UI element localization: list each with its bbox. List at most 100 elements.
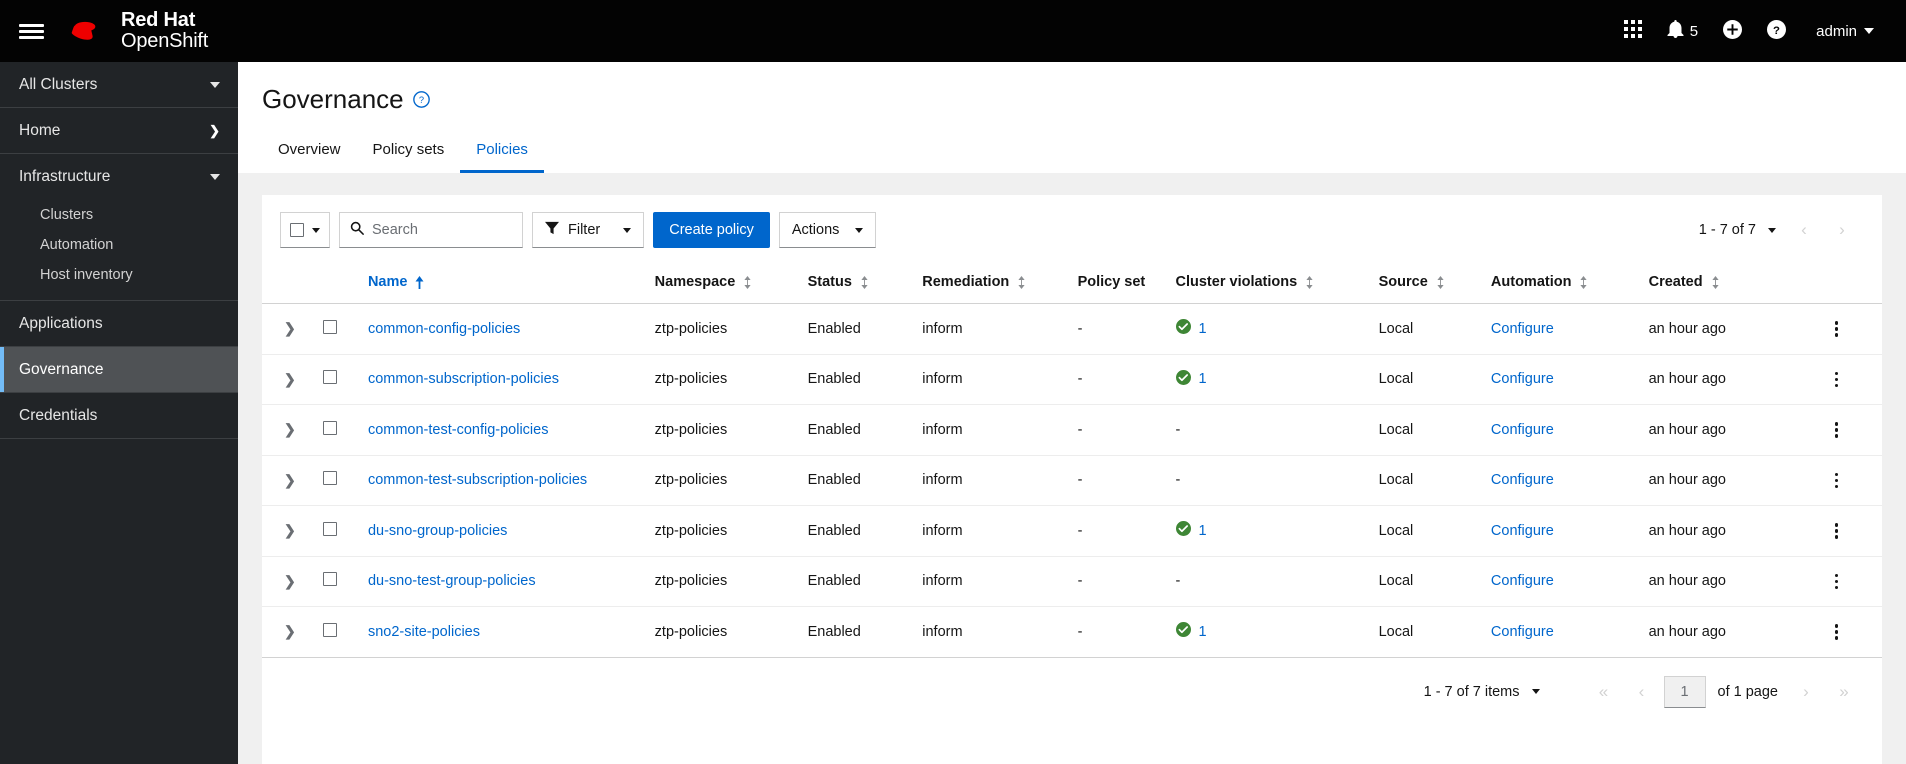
row-status-cell: Enabled (799, 606, 915, 658)
per-page-dropdown-top[interactable] (1762, 224, 1782, 237)
th-namespace[interactable]: Namespace (646, 265, 800, 304)
create-policy-button[interactable]: Create policy (653, 212, 770, 248)
pagination-last-button[interactable]: » (1828, 676, 1860, 708)
row-kebab-menu-icon[interactable] (1825, 620, 1847, 644)
sidebar-item-governance[interactable]: Governance (0, 347, 238, 393)
top-pagination-prev-button[interactable]: ‹ (1788, 214, 1820, 246)
chevron-right-icon[interactable]: ❯ (284, 320, 296, 337)
policy-name-link[interactable]: du-sno-test-group-policies (368, 573, 536, 589)
th-created[interactable]: Created (1640, 265, 1818, 304)
row-checkbox[interactable] (322, 622, 337, 637)
configure-automation-link[interactable]: Configure (1491, 624, 1554, 640)
sidebar-item-automation[interactable]: Automation (0, 230, 238, 260)
chevron-right-icon[interactable]: ❯ (284, 522, 296, 539)
row-created-cell: an hour ago (1640, 303, 1818, 355)
table-row: ❯ sno2-site-policies ztp-policies Enabled in… (262, 606, 1882, 658)
sidebar-item-host-inventory[interactable]: Host inventory (0, 260, 238, 290)
sidebar-item-clusters[interactable]: Clusters (0, 200, 238, 230)
row-kebab-menu-icon[interactable] (1825, 317, 1847, 341)
row-remediation-cell: inform (914, 606, 1070, 658)
violation-count: - (1175, 472, 1181, 489)
row-kebab-menu-icon[interactable] (1825, 570, 1847, 594)
violation-count-link[interactable]: 1 (1199, 523, 1207, 539)
th-cluster-violations[interactable]: Cluster violations (1167, 265, 1371, 304)
policy-name-link[interactable]: sno2-site-policies (368, 624, 480, 640)
th-automation[interactable]: Automation (1482, 265, 1641, 304)
row-select-cell (314, 354, 360, 405)
table-header-row: Name Namespace Status Remediation Policy… (262, 265, 1882, 304)
th-source[interactable]: Source (1370, 265, 1483, 304)
chevron-right-icon[interactable]: ❯ (284, 472, 296, 489)
chevron-right-icon[interactable]: ❯ (284, 371, 296, 388)
row-status-cell: Enabled (799, 303, 915, 355)
configure-automation-link[interactable]: Configure (1491, 472, 1554, 488)
help-button[interactable]: ? (1754, 0, 1798, 62)
notifications-button[interactable]: 5 (1655, 0, 1710, 62)
user-menu-button[interactable]: admin (1798, 0, 1884, 62)
search-box[interactable] (339, 212, 523, 248)
th-status[interactable]: Status (799, 265, 915, 304)
search-input[interactable] (372, 222, 512, 238)
row-kebab-menu-icon[interactable] (1825, 418, 1847, 442)
configure-automation-link[interactable]: Configure (1491, 523, 1554, 539)
configure-automation-link[interactable]: Configure (1491, 422, 1554, 438)
chevron-right-icon[interactable]: ❯ (284, 573, 296, 590)
policy-name-link[interactable]: common-subscription-policies (368, 371, 559, 387)
policy-name-link[interactable]: common-test-config-policies (368, 422, 549, 438)
filter-dropdown[interactable]: Filter (532, 212, 645, 248)
chevron-right-icon[interactable]: ❯ (284, 421, 296, 438)
violation-count-link[interactable]: 1 (1199, 371, 1207, 387)
question-circle-icon[interactable]: ? (412, 91, 430, 108)
top-pagination-next-button[interactable]: › (1826, 214, 1858, 246)
configure-automation-link[interactable]: Configure (1491, 371, 1554, 387)
tab-policies[interactable]: Policies (460, 131, 544, 173)
policy-name-link[interactable]: du-sno-group-policies (368, 523, 507, 539)
pagination-first-button[interactable]: « (1588, 676, 1620, 708)
row-kebab-menu-icon[interactable] (1825, 469, 1847, 493)
row-checkbox[interactable] (322, 420, 337, 435)
brand-line1: Red Hat (121, 9, 196, 31)
hamburger-icon[interactable] (0, 21, 62, 42)
sidebar-item-home[interactable]: Home ❯ (0, 108, 238, 154)
th-name[interactable]: Name (359, 265, 647, 304)
row-automation-cell: Configure (1482, 303, 1641, 355)
row-policy-set-cell: - (1069, 505, 1168, 557)
sidebar-item-infrastructure[interactable]: Infrastructure (0, 154, 238, 200)
tab-policy-sets[interactable]: Policy sets (357, 131, 461, 173)
th-remediation[interactable]: Remediation (914, 265, 1070, 304)
row-checkbox[interactable] (322, 521, 337, 536)
policy-name-link[interactable]: common-config-policies (368, 321, 520, 337)
th-policy-set: Policy set (1069, 265, 1168, 304)
actions-dropdown[interactable]: Actions (778, 212, 877, 248)
sort-icon (1579, 275, 1588, 289)
cluster-selector[interactable]: All Clusters (0, 62, 238, 108)
tab-overview[interactable]: Overview (262, 131, 357, 173)
policy-name-link[interactable]: common-test-subscription-policies (368, 472, 587, 488)
configure-automation-link[interactable]: Configure (1491, 321, 1554, 337)
page-title-row: Governance ? (262, 84, 1882, 115)
bulk-select-dropdown[interactable] (280, 212, 330, 248)
row-automation-cell: Configure (1482, 455, 1641, 506)
row-kebab-menu-icon[interactable] (1825, 519, 1847, 543)
page-number-input[interactable] (1663, 675, 1706, 708)
per-page-dropdown-bottom[interactable] (1526, 685, 1546, 698)
row-checkbox[interactable] (322, 572, 337, 587)
row-checkbox[interactable] (322, 319, 337, 334)
sidebar-item-credentials[interactable]: Credentials (0, 393, 238, 439)
row-checkbox[interactable] (322, 370, 337, 385)
pagination-next-button[interactable]: › (1790, 676, 1822, 708)
app-launcher-button[interactable] (1611, 0, 1655, 62)
row-kebab-menu-icon[interactable] (1825, 368, 1847, 392)
brand-logo[interactable]: Red Hat OpenShift (68, 10, 208, 52)
violation-count-link[interactable]: 1 (1199, 624, 1207, 640)
add-button[interactable] (1710, 0, 1754, 62)
sidebar-item-applications[interactable]: Applications (0, 301, 238, 347)
row-policy-set-cell: - (1069, 404, 1168, 456)
checkbox-icon[interactable] (290, 223, 304, 237)
pagination-prev-button[interactable]: ‹ (1626, 676, 1658, 708)
row-namespace-cell: ztp-policies (646, 303, 800, 355)
chevron-right-icon[interactable]: ❯ (284, 623, 296, 640)
violation-count-link[interactable]: 1 (1199, 321, 1207, 337)
configure-automation-link[interactable]: Configure (1491, 573, 1554, 589)
row-checkbox[interactable] (322, 471, 337, 486)
